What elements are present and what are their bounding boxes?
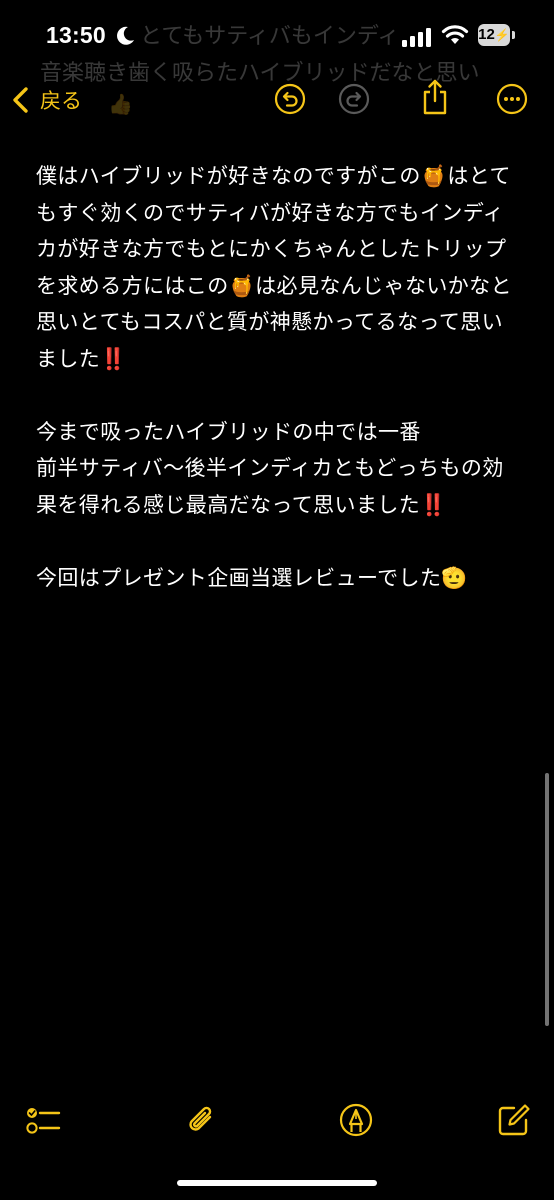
note-paragraph: 今回はプレゼント企画当選レビューでした🫡 (36, 565, 468, 590)
note-paragraph: 僕はハイブリッドが好きなのですがこの🍯はとてもすぐ効くのでサティバが好きな方でも… (36, 164, 512, 371)
undo-icon (274, 83, 306, 115)
note-paragraph: 今まで吸ったハイブリッドの中では一番 前半サティバ〜後半インディカともどっちもの… (36, 419, 504, 517)
redo-button[interactable] (338, 83, 370, 115)
checklist-icon (26, 1108, 61, 1134)
charging-bolt-icon: ⚡ (494, 28, 510, 42)
background-note-text: とてもサティバもインディ (140, 24, 400, 49)
home-indicator (177, 1180, 377, 1186)
battery-indicator: 12⚡ (478, 24, 515, 46)
share-icon (423, 79, 447, 115)
markup-button[interactable] (338, 1102, 374, 1138)
more-options-button[interactable] (496, 83, 528, 115)
ellipsis-icon (496, 83, 528, 115)
redo-icon (338, 83, 370, 115)
moon-icon (117, 26, 134, 45)
back-label: 戻る (40, 89, 82, 113)
status-bar: とてもサティバもインディ 音楽聴き歯く吸らたハイブリッドだなと思い 👍 13:5… (0, 0, 554, 116)
note-body[interactable]: 僕はハイブリッドが好きなのですがこの🍯はとてもすぐ効くのでサティバが好きな方でも… (36, 158, 516, 633)
compose-icon (498, 1104, 530, 1136)
status-time: 13:50 (46, 22, 106, 48)
wifi-icon (441, 25, 469, 44)
attachment-button[interactable] (183, 1102, 219, 1138)
checklist-button[interactable] (25, 1102, 61, 1138)
undo-button[interactable] (274, 83, 306, 115)
bottom-toolbar (0, 1098, 554, 1148)
paperclip-icon (189, 1106, 212, 1131)
scroll-indicator[interactable] (545, 773, 549, 1026)
battery-level: 12⚡ (478, 24, 510, 46)
compose-button[interactable] (496, 1102, 532, 1138)
navigation-bar: 戻る (0, 72, 554, 128)
battery-cap (512, 31, 515, 39)
pen-tip-icon (339, 1103, 373, 1137)
back-button[interactable]: 戻る (10, 80, 82, 120)
chevron-left-icon (13, 87, 28, 113)
cellular-signal-icon (402, 28, 431, 47)
share-button[interactable] (420, 78, 450, 116)
